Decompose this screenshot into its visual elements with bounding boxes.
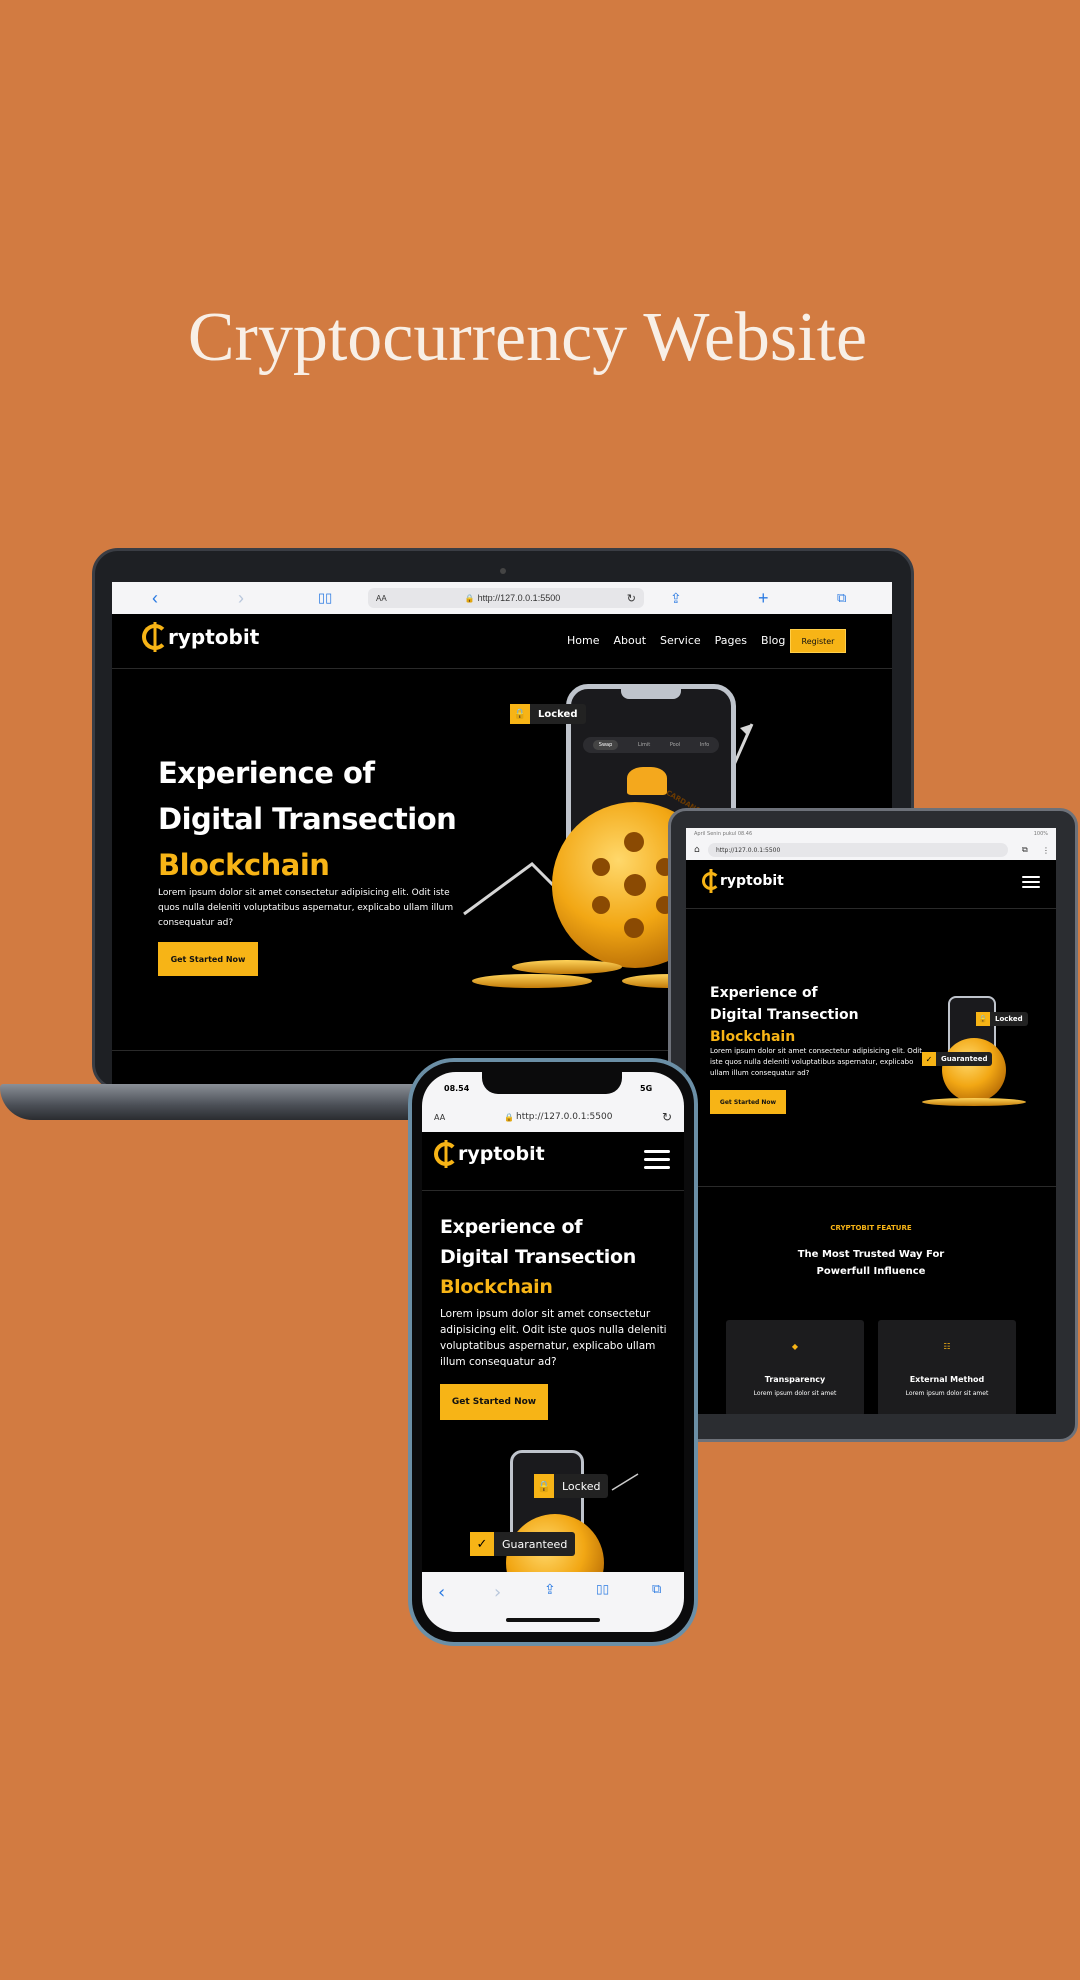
tablet-hero-illustration: 🔒 Locked ✓ Guaranteed: [922, 996, 1042, 1126]
nav-about[interactable]: About: [613, 634, 646, 647]
phone-reload-icon[interactable]: ↻: [662, 1110, 672, 1124]
external-method-icon: ☷: [943, 1342, 951, 1351]
nav-blog[interactable]: Blog: [761, 634, 785, 647]
main-nav: Home About Service Pages Blog: [567, 634, 785, 647]
text-size-button[interactable]: AA: [376, 594, 387, 603]
phone-lock-icon: 🔒: [504, 1112, 514, 1122]
coin-stack: [472, 974, 592, 988]
app-tab-info: Info: [699, 742, 710, 748]
phone-bookmarks-icon[interactable]: ▯▯: [596, 1582, 609, 1596]
nav-service[interactable]: Service: [660, 634, 701, 647]
feature-kicker: CRYPTOBIT FEATURE: [830, 1224, 912, 1232]
laptop-camera: [500, 568, 506, 574]
nav-divider: [112, 668, 892, 669]
phone-back-icon[interactable]: ‹: [438, 1582, 445, 1603]
phone-tabs-icon[interactable]: ⧉: [652, 1582, 661, 1597]
phone-nav-divider: [422, 1190, 684, 1191]
tabs-icon[interactable]: ⧉: [837, 590, 846, 606]
phone-share-icon[interactable]: ⇪: [544, 1582, 556, 1598]
phone-logo[interactable]: ryptobit: [434, 1142, 545, 1166]
phone-hero-heading: Experience of Digital Transection Blockc…: [440, 1216, 636, 1298]
forward-icon[interactable]: ›: [238, 588, 244, 609]
site-logo[interactable]: ryptobit: [142, 624, 259, 650]
phone-get-started-button[interactable]: Get Started Now: [440, 1384, 548, 1420]
lock-badge-icon: 🔒: [510, 704, 530, 724]
phone-url-text[interactable]: http://127.0.0.1:5500: [516, 1112, 612, 1122]
transparency-icon: ◆: [791, 1342, 799, 1351]
phone-locked-tag: 🔒 Locked: [534, 1474, 609, 1498]
new-tab-icon[interactable]: +: [758, 588, 769, 609]
tablet-section-divider: [686, 1186, 1056, 1187]
phone-notch: [482, 1072, 622, 1094]
laptop-browser-bar: ‹ › ▯▯ AA 🔒 http://127.0.0.1:5500 ↻ ⇪ + …: [112, 582, 892, 614]
tablet-hero-heading: Experience of Digital Transection Blockc…: [710, 985, 859, 1045]
lock-icon: 🔒: [464, 593, 475, 603]
tablet-menu-icon[interactable]: ⋮: [1042, 846, 1050, 855]
tablet-get-started-button[interactable]: Get Started Now: [710, 1090, 786, 1114]
logo-icon: [142, 624, 168, 650]
feature-title: The Most Trusted Way For Powerfull Influ…: [797, 1249, 945, 1277]
url-text: http://127.0.0.1:5500: [477, 593, 561, 603]
home-icon[interactable]: ⌂: [694, 845, 700, 855]
coin-stack-2: [512, 960, 622, 974]
tablet-locked-tag: 🔒 Locked: [976, 1012, 1028, 1026]
phone-bottom-toolbar: ‹ › ⇪ ▯▯ ⧉: [422, 1572, 684, 1632]
tablet-nav-divider: [686, 908, 1056, 909]
feature-card-external-method[interactable]: ☷ External Method Lorem ipsum dolor sit …: [878, 1320, 1016, 1414]
laptop-url-field[interactable]: AA 🔒 http://127.0.0.1:5500 ↻: [368, 588, 644, 608]
reload-icon[interactable]: ↻: [627, 592, 636, 605]
logo-icon: [434, 1142, 458, 1166]
hero-heading: Experience of Digital Transection Blockc…: [158, 756, 457, 882]
tablet-browser-bar: ⌂ http://127.0.0.1:5500 ⧉ ⋮: [686, 840, 1056, 860]
tablet-status-bar: April Senin pukul 08.46 100%: [686, 828, 1056, 840]
tablet-hamburger-icon[interactable]: [1022, 876, 1040, 888]
back-icon[interactable]: ‹: [152, 588, 158, 609]
app-tab-swap: Swap: [592, 740, 619, 750]
phone-hero-illustration: 🔒 Locked ✓ Guaranteed: [462, 1450, 662, 1612]
get-started-button[interactable]: Get Started Now: [158, 942, 258, 976]
phone-forward-icon[interactable]: ›: [494, 1582, 501, 1603]
logo-icon: [702, 872, 720, 890]
share-icon[interactable]: ⇪: [670, 590, 682, 607]
phone-url-bar: AA 🔒 http://127.0.0.1:5500 ↻: [422, 1102, 684, 1132]
app-tab-pool: Pool: [669, 742, 681, 748]
phone-text-size-button[interactable]: AA: [434, 1113, 445, 1122]
cat-icon: [627, 767, 667, 795]
bookmarks-icon[interactable]: ▯▯: [318, 590, 332, 606]
register-button[interactable]: Register: [790, 629, 846, 653]
phone-hamburger-icon[interactable]: [644, 1150, 670, 1169]
tablet-guaranteed-tag: ✓ Guaranteed: [922, 1052, 993, 1066]
tablet-hero-text: Lorem ipsum dolor sit amet consectetur a…: [710, 1047, 922, 1077]
nav-pages[interactable]: Pages: [715, 634, 747, 647]
tablet-url-field[interactable]: http://127.0.0.1:5500: [708, 843, 1008, 857]
feature-card-transparency[interactable]: ◆ Transparency Lorem ipsum dolor sit ame…: [726, 1320, 864, 1414]
locked-tag: 🔒 Locked: [510, 704, 586, 724]
page-headline: Cryptocurrency Website: [187, 299, 868, 376]
phone-guaranteed-tag: ✓ Guaranteed: [470, 1532, 576, 1556]
nav-home[interactable]: Home: [567, 634, 599, 647]
tablet-logo[interactable]: ryptobit: [702, 872, 784, 890]
app-tab-limit: Limit: [637, 742, 651, 748]
phone-hero-text: Lorem ipsum dolor sit amet consectetur a…: [440, 1308, 667, 1368]
phone-screen: 08.54 5G AA 🔒 http://127.0.0.1:5500 ↻ ry…: [422, 1072, 684, 1632]
hero-text: Lorem ipsum dolor sit amet consectetur a…: [158, 888, 454, 928]
tablet-tabs-icon[interactable]: ⧉: [1022, 845, 1028, 855]
tablet-screen: April Senin pukul 08.46 100% ⌂ http://12…: [686, 828, 1056, 1414]
home-indicator: [506, 1618, 600, 1622]
